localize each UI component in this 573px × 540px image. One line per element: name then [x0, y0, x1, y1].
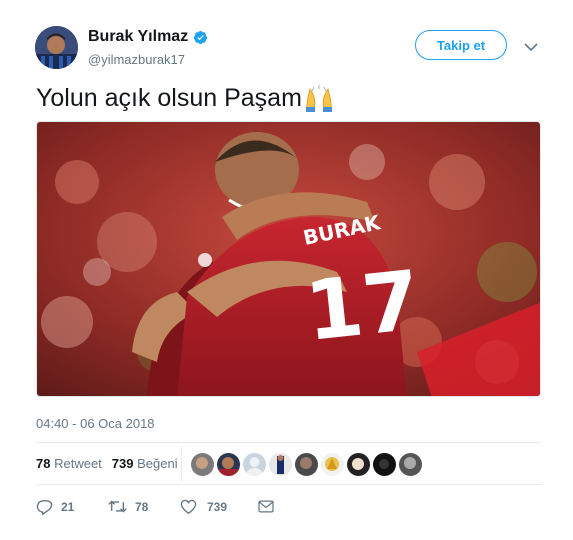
- jersey-number: 17: [301, 253, 424, 359]
- like-stat-count: 739: [111, 456, 134, 471]
- retweet-stat-count: 78: [36, 456, 51, 471]
- direct-message-button[interactable]: [258, 500, 274, 513]
- liker-avatar[interactable]: [191, 453, 214, 476]
- liker-avatars: [191, 453, 422, 476]
- divider: [36, 442, 541, 443]
- tweet-image[interactable]: BURAK 17: [36, 121, 541, 397]
- stats-separator: [181, 446, 182, 482]
- like-stat-label: Beğeni: [137, 456, 178, 471]
- envelope-icon: [258, 500, 274, 513]
- folded-hands-icon: [304, 84, 334, 113]
- user-name-row[interactable]: Burak Yılmaz: [88, 28, 208, 46]
- liker-avatar[interactable]: [373, 453, 396, 476]
- engagement-stats: 78 Retweet 739 Beğeni: [36, 456, 178, 471]
- tweet-text: Yolun açık olsun Paşam: [36, 84, 334, 113]
- tweet-timestamp[interactable]: 04:40 - 06 Oca 2018: [36, 416, 155, 431]
- retweet-icon: [108, 499, 127, 514]
- liker-avatar[interactable]: [399, 453, 422, 476]
- user-name[interactable]: Burak Yılmaz: [88, 28, 188, 46]
- liker-avatar[interactable]: [321, 453, 344, 476]
- retweet-stat-label: Retweet: [54, 456, 102, 471]
- liker-avatar[interactable]: [347, 453, 370, 476]
- user-handle[interactable]: @yilmazburak17: [88, 52, 185, 67]
- retweet-stat[interactable]: 78 Retweet: [36, 456, 102, 471]
- like-stat[interactable]: 739 Beğeni: [112, 456, 178, 471]
- retweet-count: 78: [135, 499, 149, 514]
- like-count: 739: [207, 499, 228, 514]
- reply-button[interactable]: 21: [36, 498, 108, 515]
- liker-avatar[interactable]: [243, 453, 266, 476]
- heart-icon: [180, 499, 197, 514]
- liker-avatar[interactable]: [295, 453, 318, 476]
- reply-icon: [36, 498, 53, 515]
- follow-button[interactable]: Takip et: [415, 30, 507, 60]
- retweet-button[interactable]: 78: [108, 499, 180, 514]
- divider: [36, 484, 541, 485]
- tweet-body: Yolun açık olsun Paşam: [36, 84, 302, 112]
- avatar[interactable]: [35, 26, 78, 69]
- verified-badge-icon: [193, 30, 208, 45]
- like-button[interactable]: 739: [180, 499, 258, 514]
- tweet-actions: 21 78 739: [36, 498, 274, 515]
- liker-avatar[interactable]: [217, 453, 240, 476]
- reply-count: 21: [61, 499, 75, 514]
- liker-avatar[interactable]: [269, 453, 292, 476]
- chevron-down-icon[interactable]: [524, 39, 538, 52]
